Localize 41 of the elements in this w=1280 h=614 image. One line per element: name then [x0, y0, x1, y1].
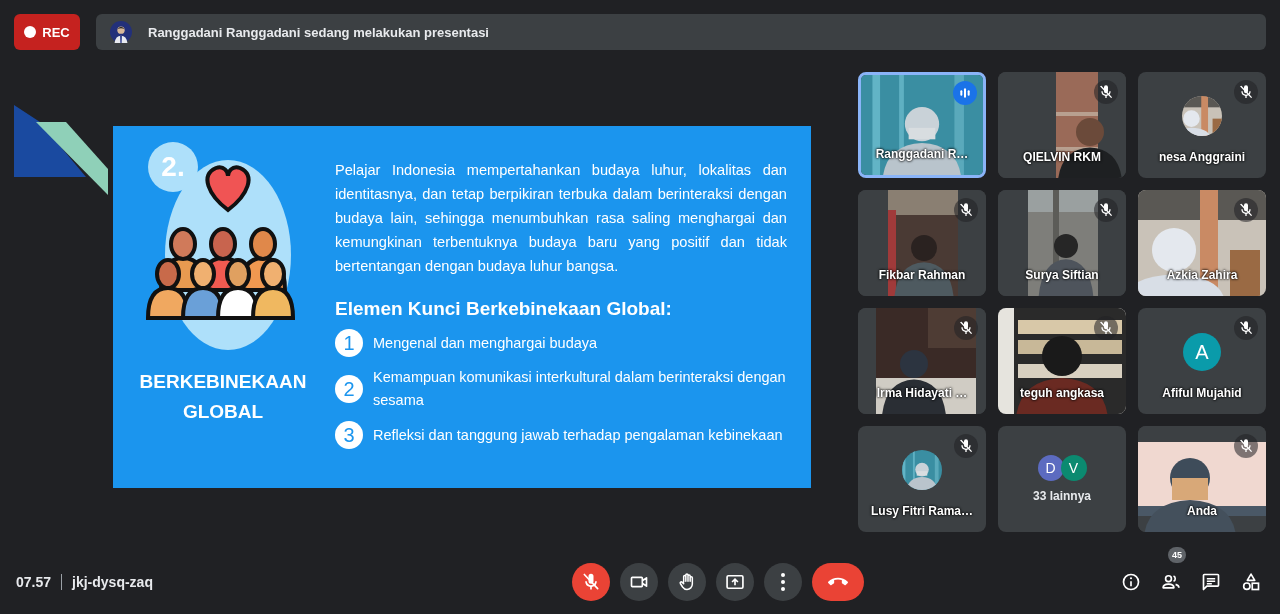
slide-title: BERKEBINEKAAN GLOBAL: [138, 370, 308, 424]
number-circle: 3: [335, 421, 363, 449]
element-text: Mengenal dan menghargai budaya: [373, 333, 599, 353]
mic-off-icon: [581, 572, 601, 592]
end-call-button[interactable]: [812, 563, 864, 601]
participant-name: Afiful Mujahid: [1162, 386, 1242, 400]
chat-icon: [1201, 572, 1221, 592]
element-text: Kemampuan komunikasi interkultural dalam berinteraksi dengan sesama: [373, 368, 787, 410]
more-icon: [781, 573, 785, 591]
recording-indicator: REC: [14, 14, 80, 50]
camera-button[interactable]: [620, 563, 658, 601]
slide-paragraph: Pelajar Indonesia mempertahankan budaya luhur, lokalitas dan identitasnya, dan tetap berpikiran terbuka dalam berinteraksi dengan budaya lain, sehingga menumbuhkan rasa saling menghargai dan kemungkinan terbentuknya budaya baru yang positif dan tidak bertentangan dengan budaya luhur bangsa.: [335, 161, 787, 276]
screen-upload-icon: [725, 572, 745, 592]
participant-name: Fikbar Rahman: [878, 268, 966, 282]
participant-name: Surya Siftian: [1025, 268, 1099, 282]
participant-name: Azkia Zahira: [1166, 268, 1238, 282]
meeting-time: 07.57: [16, 574, 52, 590]
meeting-code: jkj-dysq-zaq: [72, 574, 153, 590]
others-count: 33 lainnya: [1033, 489, 1091, 503]
participant-name: Anda: [1187, 504, 1217, 518]
info-icon: [1121, 572, 1141, 592]
slide-heading: Elemen Kunci Berkebinekaan Global:: [335, 298, 673, 320]
avatar: D: [1037, 455, 1064, 481]
banner-text: Ranggadani Ranggadani sedang melakukan presentasi: [148, 24, 489, 40]
participant-name: QIELVIN RKM: [1023, 150, 1101, 164]
more-button[interactable]: [764, 563, 802, 601]
avatar: V: [1060, 455, 1087, 481]
microphone-off-button[interactable]: [572, 563, 610, 601]
avatar: A: [1183, 333, 1221, 371]
people-icon: [1161, 572, 1181, 592]
participant-name: nesa Anggraini: [1158, 150, 1246, 164]
shapes-icon: [1241, 572, 1261, 592]
participant-name: Lusy Fitri Rama…: [871, 504, 973, 518]
participant-name: teguh angkasa: [1020, 386, 1104, 400]
raise-hand-button[interactable]: [668, 563, 706, 601]
participant-count-badge: 45: [1168, 547, 1186, 563]
present-button[interactable]: [716, 563, 754, 601]
number-circle: 2: [335, 375, 363, 403]
element-text: Refleksi dan tanggung jawab terhadap pengalaman kebinekaan: [373, 425, 784, 445]
number-circle: 1: [335, 329, 363, 357]
slide-number: 2.: [148, 142, 198, 192]
